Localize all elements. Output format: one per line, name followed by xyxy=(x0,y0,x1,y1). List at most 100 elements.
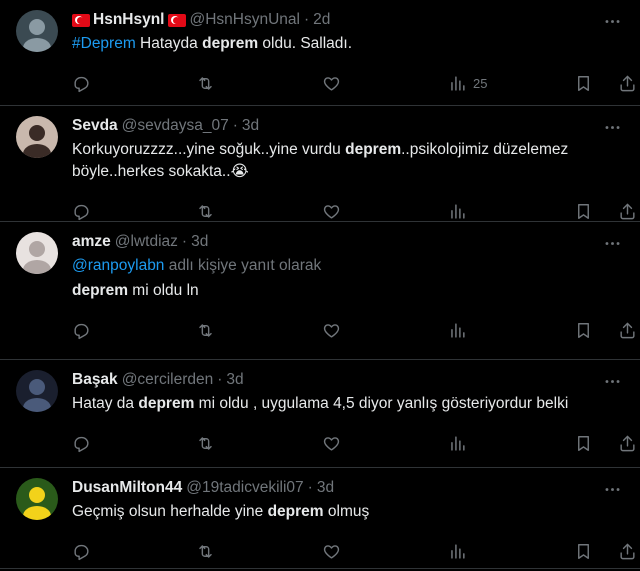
timestamp[interactable]: 3d xyxy=(226,371,243,389)
bookmark-button[interactable] xyxy=(574,542,593,561)
avatar[interactable] xyxy=(16,10,58,52)
share-icon xyxy=(620,75,635,91)
display-name[interactable]: Sevda xyxy=(72,117,118,135)
timestamp[interactable]: 3d xyxy=(191,233,208,251)
retweet-icon xyxy=(199,76,212,90)
more-options-button[interactable] xyxy=(603,372,622,396)
separator-dot: · xyxy=(232,117,238,134)
views-button[interactable] xyxy=(448,321,473,340)
like-button[interactable] xyxy=(322,321,341,340)
tweet-header: amze @lwtdiaz · 3d xyxy=(72,232,624,252)
display-name[interactable]: amze xyxy=(72,233,111,251)
view-count: 25 xyxy=(473,75,488,91)
display-name[interactable]: DusanMilton44 xyxy=(72,479,182,497)
views-bar-chart-icon xyxy=(451,75,465,91)
reply-button[interactable] xyxy=(72,542,91,561)
more-options-button[interactable] xyxy=(603,12,622,36)
more-options-button[interactable] xyxy=(603,234,622,258)
turkey-flag-icon xyxy=(167,13,186,27)
user-handle[interactable]: @lwtdiaz xyxy=(115,233,178,251)
hashtag-link[interactable]: #Deprem xyxy=(72,35,136,52)
views-bar-chart-icon xyxy=(451,543,465,559)
retweet-icon xyxy=(199,323,212,337)
timeline: HsnHsynl @HsnHsynUnal · 2d #Deprem Hatay… xyxy=(0,0,640,569)
user-handle[interactable]: @19tadicvekili07 xyxy=(186,479,303,497)
retweet-button[interactable] xyxy=(196,321,215,340)
highlighted-keyword: deprem xyxy=(72,282,128,299)
retweet-button[interactable] xyxy=(196,434,215,453)
avatar[interactable] xyxy=(16,478,58,520)
tweet[interactable]: Başak @cercilerden · 3d Hatay da deprem … xyxy=(0,360,640,468)
like-button[interactable] xyxy=(322,202,341,221)
user-handle[interactable]: @HsnHsynUnal xyxy=(190,11,301,29)
bookmark-icon xyxy=(578,322,589,338)
share-button[interactable] xyxy=(618,74,637,93)
like-button[interactable] xyxy=(322,434,341,453)
separator-dot: · xyxy=(217,371,223,388)
reply-button[interactable] xyxy=(72,202,91,221)
like-button[interactable] xyxy=(322,542,341,561)
share-button[interactable] xyxy=(618,202,637,221)
turkey-flag-icon xyxy=(72,13,90,27)
more-options-button[interactable] xyxy=(603,480,622,504)
reply-icon xyxy=(74,436,89,452)
heart-icon xyxy=(323,204,340,219)
share-button[interactable] xyxy=(618,542,637,561)
heart-icon xyxy=(323,436,340,451)
views-bar-chart-icon xyxy=(451,322,465,338)
tweet[interactable]: DusanMilton44 @19tadicvekili07 · 3d Geçm… xyxy=(0,468,640,569)
more-options-button[interactable] xyxy=(603,118,622,142)
bookmark-button[interactable] xyxy=(574,321,593,340)
bookmark-button[interactable] xyxy=(574,202,593,221)
display-name[interactable]: Başak xyxy=(72,371,118,389)
tweet-text-segment: oldu. Salladı. xyxy=(258,35,353,52)
reply-button[interactable] xyxy=(72,434,91,453)
avatar[interactable] xyxy=(16,370,58,412)
share-button[interactable] xyxy=(618,434,637,453)
highlighted-keyword: deprem xyxy=(267,503,324,520)
avatar[interactable] xyxy=(16,116,58,158)
share-icon xyxy=(620,543,635,559)
tweet-text: #Deprem Hatayda deprem oldu. Salladı. xyxy=(72,33,624,55)
highlighted-keyword: deprem xyxy=(345,141,402,158)
tweet[interactable]: Sevda @sevdaysa_07 · 3d Korkuyoruzzzz...… xyxy=(0,106,640,222)
bookmark-button[interactable] xyxy=(574,434,593,453)
share-icon xyxy=(620,435,635,451)
user-handle[interactable]: @cercilerden xyxy=(122,371,214,389)
retweet-button[interactable] xyxy=(196,202,215,221)
reply-mention[interactable]: @ranpoylabn xyxy=(72,257,164,274)
reply-suffix: adlı kişiye yanıt olarak xyxy=(164,257,322,274)
user-handle[interactable]: @sevdaysa_07 xyxy=(122,117,229,135)
timestamp[interactable]: 2d xyxy=(313,11,330,29)
views-button[interactable]: 25 xyxy=(448,74,487,93)
retweet-button[interactable] xyxy=(196,542,215,561)
retweet-button[interactable] xyxy=(196,74,215,93)
avatar[interactable] xyxy=(16,232,58,274)
share-button[interactable] xyxy=(618,321,637,340)
views-button[interactable] xyxy=(448,434,473,453)
tweet[interactable]: HsnHsynl @HsnHsynUnal · 2d #Deprem Hatay… xyxy=(0,0,640,106)
more-horizontal-icon xyxy=(605,20,620,23)
tweet-text-segment: Hatay da xyxy=(72,395,139,412)
reply-button[interactable] xyxy=(72,321,91,340)
timestamp[interactable]: 3d xyxy=(242,117,259,135)
tweet-header: DusanMilton44 @19tadicvekili07 · 3d xyxy=(72,478,624,498)
views-button[interactable] xyxy=(448,542,473,561)
retweet-icon xyxy=(199,436,212,450)
timestamp[interactable]: 3d xyxy=(317,479,334,497)
display-name[interactable]: HsnHsynl xyxy=(93,11,165,29)
reply-icon xyxy=(74,76,89,92)
like-button[interactable] xyxy=(322,74,341,93)
bookmark-icon xyxy=(578,75,589,91)
tweet-header: HsnHsynl @HsnHsynUnal · 2d xyxy=(72,10,624,30)
tweet[interactable]: amze @lwtdiaz · 3d @ranpoylabn adlı kişi… xyxy=(0,222,640,360)
separator-dot: · xyxy=(304,11,310,28)
bookmark-icon xyxy=(578,203,589,219)
heart-icon xyxy=(323,76,340,91)
views-button[interactable] xyxy=(448,202,473,221)
reply-icon xyxy=(74,204,89,220)
bookmark-icon xyxy=(578,435,589,451)
bookmark-button[interactable] xyxy=(574,74,593,93)
views-bar-chart-icon xyxy=(451,435,465,451)
reply-button[interactable] xyxy=(72,74,91,93)
